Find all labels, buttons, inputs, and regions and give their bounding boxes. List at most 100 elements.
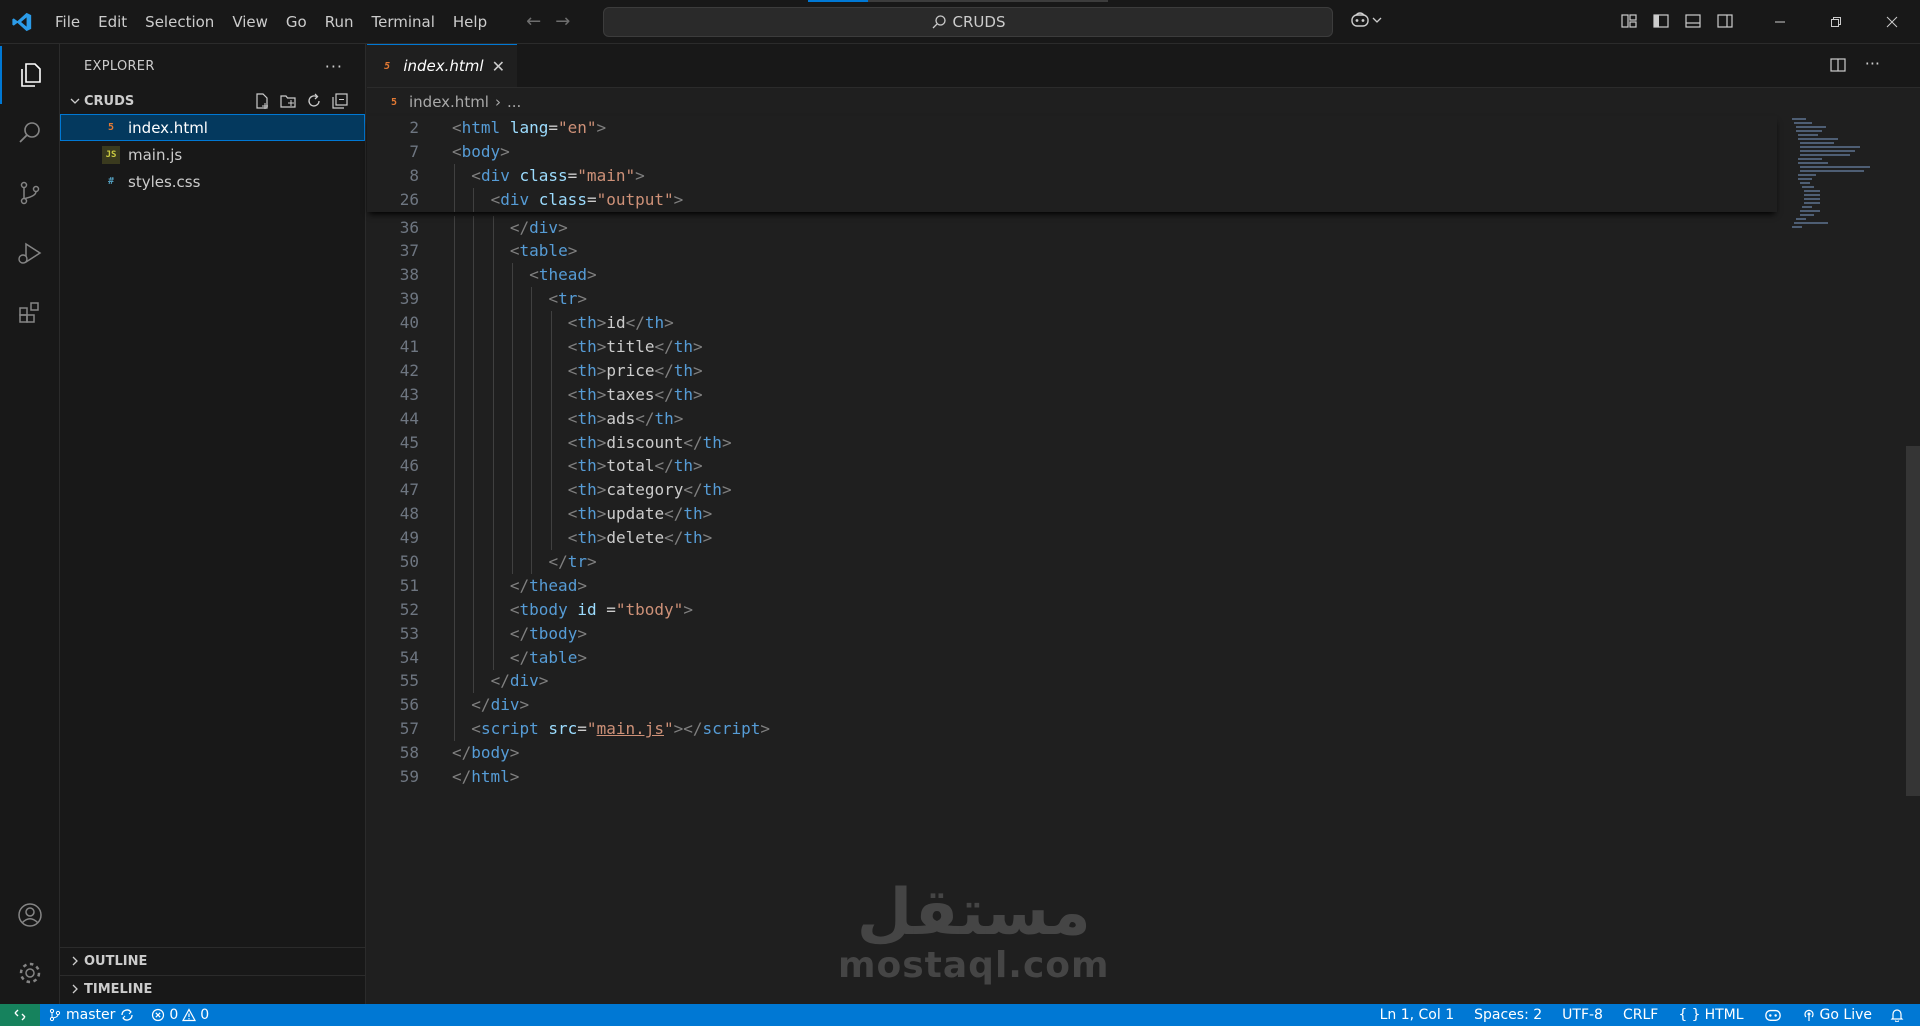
toggle-primary-sidebar-icon[interactable] — [1652, 12, 1670, 30]
line-source: </html> — [452, 765, 519, 789]
code-token: th — [577, 360, 597, 380]
branch-status[interactable]: master — [40, 1004, 143, 1026]
restore-icon[interactable] — [1808, 0, 1864, 44]
collapse-all-icon[interactable] — [331, 92, 349, 110]
tab-index-html[interactable]: 5 index.html ✕ — [367, 44, 517, 87]
close-window-icon[interactable] — [1864, 0, 1920, 44]
code-line: 50 </tr> — [367, 550, 1777, 575]
split-editor-icon[interactable] — [1829, 56, 1847, 74]
outline-section[interactable]: OUTLINE — [60, 947, 366, 974]
menu-selection[interactable]: Selection — [136, 8, 223, 36]
indentation[interactable]: Spaces: 2 — [1464, 1004, 1552, 1026]
code-token: </ — [548, 552, 568, 572]
vertical-scrollbar[interactable] — [1906, 116, 1920, 1004]
indent-guide — [492, 358, 494, 383]
indent-guide — [531, 430, 533, 455]
code-token: > — [509, 767, 520, 787]
go-live-button[interactable]: Go Live — [1792, 1004, 1882, 1026]
line-source: </div> — [471, 693, 529, 717]
copilot-button[interactable] — [1350, 11, 1382, 29]
menu-file[interactable]: File — [46, 8, 89, 36]
line-source: </body> — [452, 741, 519, 765]
menu-edit[interactable]: Edit — [89, 8, 136, 36]
breadcrumb-symbols[interactable]: ... — [507, 93, 521, 111]
code-editor[interactable]: 2 <html lang="en"> 7 <body> 8 <div class="mai… — [367, 116, 1777, 789]
navigation-arrows: ← → — [526, 11, 570, 32]
code-token: < — [452, 118, 462, 137]
menu-run[interactable]: Run — [316, 8, 363, 36]
accounts-icon[interactable] — [0, 886, 60, 944]
line-number: 42 — [399, 360, 419, 380]
indent-guide — [550, 454, 552, 479]
folder-cruds[interactable]: CRUDS — [60, 88, 365, 114]
code-token: </ — [664, 528, 684, 548]
indent-guide — [550, 382, 552, 407]
back-arrow-icon[interactable]: ← — [526, 11, 541, 32]
code-token: body — [461, 141, 501, 161]
problems-status[interactable]: 0 0 — [143, 1004, 217, 1026]
new-folder-icon[interactable] — [279, 92, 297, 110]
copilot-status[interactable] — [1754, 1004, 1792, 1026]
code-token: > — [509, 743, 520, 763]
file-item-main-js[interactable]: JS main.js — [60, 141, 365, 168]
file-item-index-html[interactable]: 5 index.html — [60, 114, 365, 141]
notifications-bell-icon[interactable] — [1882, 1004, 1912, 1026]
indent-guide — [492, 454, 494, 479]
forward-arrow-icon[interactable]: → — [555, 11, 570, 32]
language-mode[interactable]: { } HTML — [1668, 1004, 1753, 1026]
remote-indicator-icon[interactable] — [0, 1004, 40, 1026]
minimap[interactable] — [1790, 116, 1890, 236]
code-token: = — [577, 719, 587, 739]
line-source: </tbody> — [510, 622, 587, 646]
sync-icon[interactable] — [119, 1008, 135, 1022]
timeline-label: TIMELINE — [84, 981, 153, 997]
minimize-icon[interactable] — [1752, 0, 1808, 44]
cursor-position[interactable]: Ln 1, Col 1 — [1370, 1004, 1465, 1026]
timeline-section[interactable]: TIMELINE — [60, 975, 366, 1002]
customize-layout-icon[interactable] — [1620, 12, 1638, 30]
indent-guide — [473, 669, 475, 694]
new-file-icon[interactable] — [253, 92, 271, 110]
line-source: <script src="main.js"></script> — [471, 717, 770, 741]
more-actions-icon[interactable]: ··· — [1865, 56, 1880, 74]
breadcrumb-file[interactable]: index.html — [409, 93, 489, 111]
indent-guide — [511, 550, 513, 575]
command-center-search[interactable]: CRUDS — [603, 7, 1333, 37]
search-icon[interactable] — [0, 104, 60, 162]
more-actions-icon[interactable]: ··· — [325, 57, 343, 76]
explorer-icon[interactable] — [0, 46, 60, 104]
indent-guide — [454, 454, 455, 479]
indent-guide — [511, 478, 513, 503]
code-token: </ — [452, 767, 472, 787]
end-of-line[interactable]: CRLF — [1613, 1004, 1668, 1026]
sticky-scroll[interactable]: 2 <html lang="en"> 7 <body> 8 <div class="mai… — [367, 116, 1777, 212]
code-line: 47 <th>category</th> — [367, 478, 1777, 503]
toggle-secondary-sidebar-icon[interactable] — [1716, 12, 1734, 30]
menu-help[interactable]: Help — [444, 8, 496, 36]
menu-view[interactable]: View — [223, 8, 277, 36]
refresh-icon[interactable] — [305, 92, 323, 110]
code-token: th — [683, 504, 703, 524]
toggle-panel-icon[interactable] — [1684, 12, 1702, 30]
code-token: th — [577, 337, 597, 357]
scrollbar-thumb[interactable] — [1906, 446, 1920, 796]
indent-guide — [531, 335, 533, 360]
file-name: styles.css — [128, 172, 201, 191]
file-item-styles-css[interactable]: # styles.css — [60, 168, 365, 195]
extensions-icon[interactable] — [0, 284, 60, 342]
code-token: > — [596, 384, 607, 404]
line-number: 37 — [399, 241, 419, 261]
menu-go[interactable]: Go — [277, 8, 316, 36]
run-debug-icon[interactable] — [0, 224, 60, 282]
settings-gear-icon[interactable] — [0, 944, 60, 1002]
encoding[interactable]: UTF-8 — [1552, 1004, 1613, 1026]
indent-guide — [454, 263, 455, 288]
indent-guide — [454, 478, 455, 503]
indent-guide — [492, 645, 494, 670]
code-token[interactable]: main.js — [597, 719, 664, 738]
close-icon[interactable]: ✕ — [492, 57, 505, 76]
code-token: div — [529, 217, 559, 237]
menu-terminal[interactable]: Terminal — [363, 8, 444, 36]
source-control-icon[interactable] — [0, 164, 60, 222]
code-token: script — [702, 719, 761, 739]
